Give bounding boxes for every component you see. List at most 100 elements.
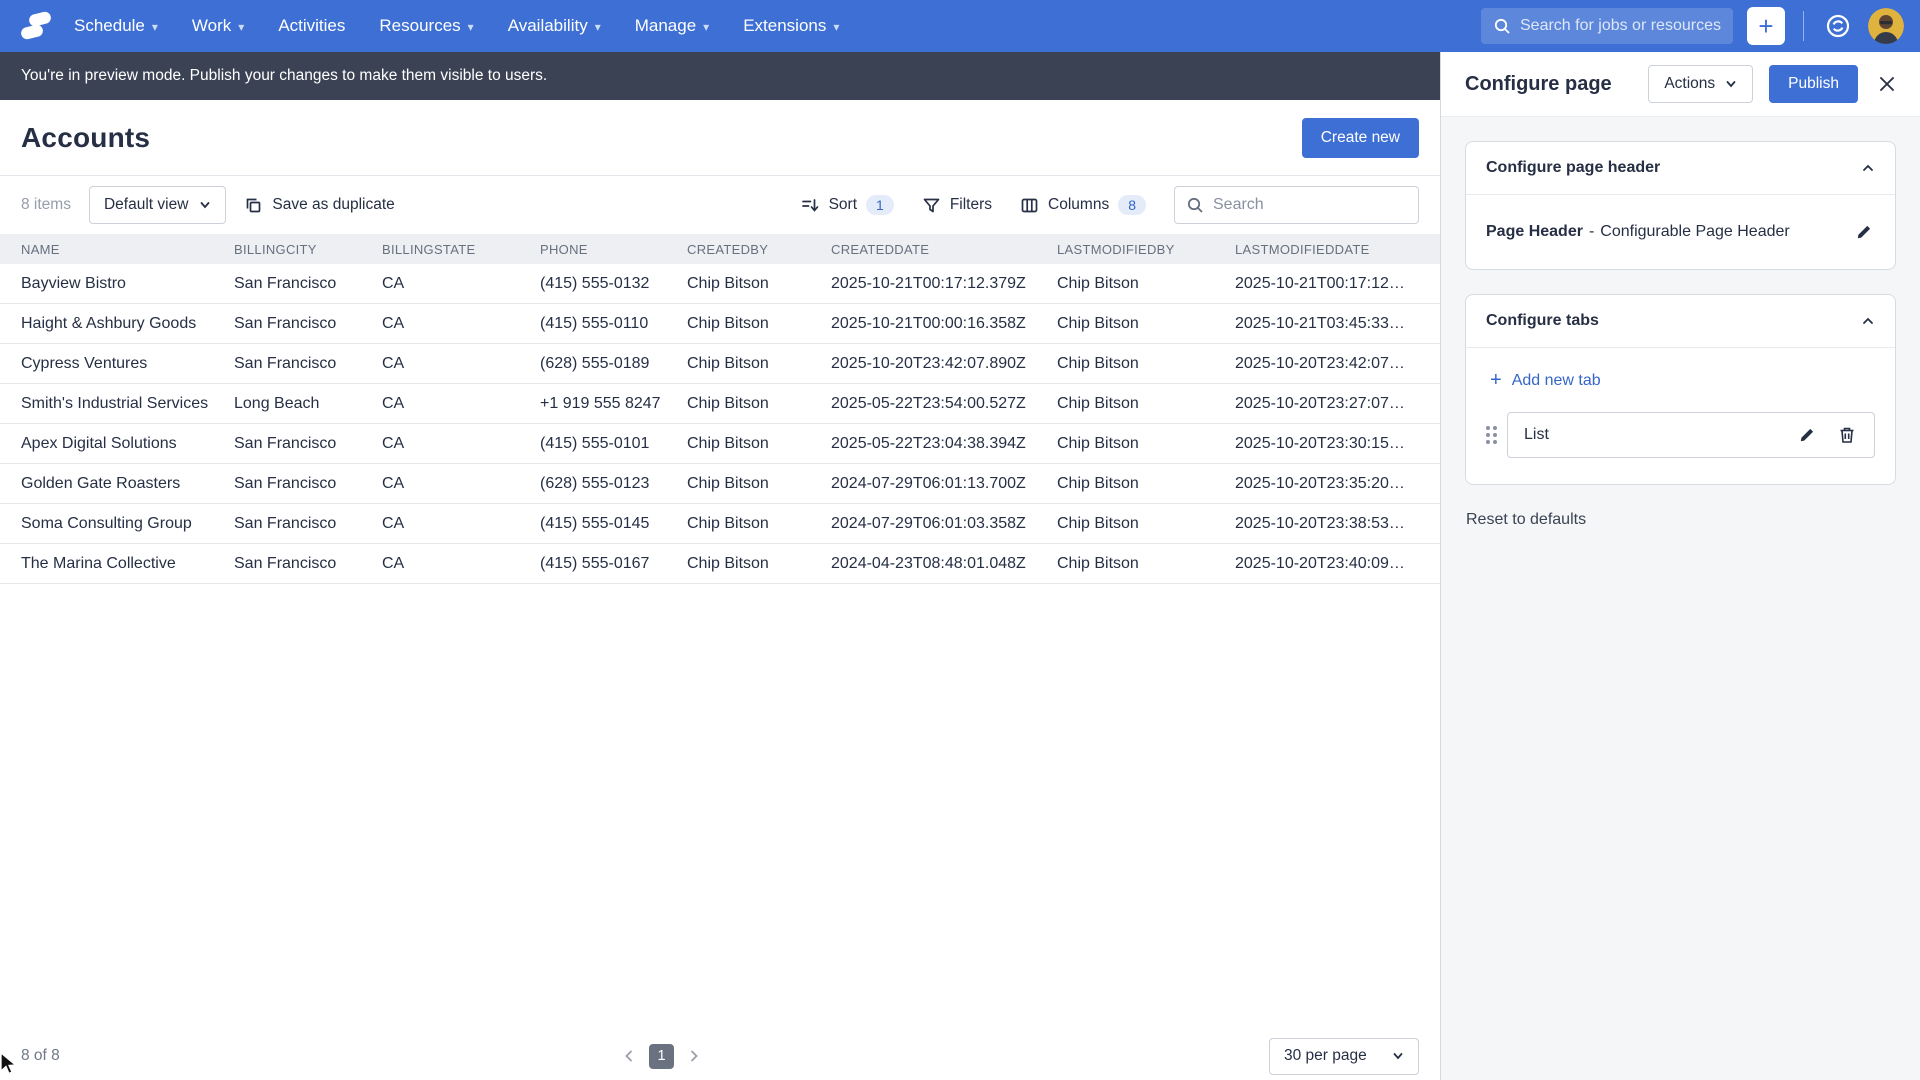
add-new-tab-button[interactable]: + Add new tab [1490, 370, 1601, 392]
table-cell: 2025-10-20T23:38:53.041Z [1235, 515, 1419, 533]
table-cell: 2025-10-20T23:42:07.890Z [831, 355, 1057, 373]
table-cell: (628) 555-0189 [540, 355, 687, 373]
publish-button[interactable]: Publish [1769, 65, 1858, 103]
table-cell: 2025-10-21T00:17:12.379Z [1235, 275, 1419, 293]
table-cell: Chip Bitson [687, 555, 831, 573]
component-separator: - [1589, 223, 1594, 241]
nav-menu-item[interactable]: Resources ▾ [379, 16, 473, 36]
table-column-header[interactable]: CREATEDBY [687, 242, 831, 257]
table-cell: CA [382, 275, 540, 293]
table-cell: Golden Gate Roasters [21, 475, 234, 493]
table-cell: Chip Bitson [687, 395, 831, 413]
table-cell: CA [382, 395, 540, 413]
table-column-header[interactable]: CREATEDDATE [831, 242, 1057, 257]
panel-title: Configure page [1465, 73, 1612, 96]
create-new-button[interactable]: Create new [1302, 118, 1419, 158]
card-title: Configure tabs [1486, 312, 1599, 330]
previous-page-icon[interactable] [622, 1049, 636, 1063]
help-icon[interactable] [1822, 10, 1854, 42]
configure-tabs-toggle[interactable]: Configure tabs [1466, 295, 1895, 348]
table-column-header[interactable]: BILLINGCITY [234, 242, 382, 257]
next-page-icon[interactable] [687, 1049, 701, 1063]
table-cell: The Marina Collective [21, 555, 234, 573]
actions-button[interactable]: Actions [1648, 65, 1753, 103]
panel-header: Configure page Actions Publish [1441, 52, 1920, 117]
configure-page-header-card: Configure page header Page Header - Conf… [1465, 141, 1896, 270]
nav-menu-item[interactable]: Manage ▾ [635, 16, 709, 36]
table-body: Bayview BistroSan FranciscoCA(415) 555-0… [0, 264, 1440, 584]
panel-body: Configure page header Page Header - Conf… [1441, 117, 1920, 529]
page-size-select[interactable]: 30 per page [1269, 1038, 1419, 1075]
table-column-header[interactable]: BILLINGSTATE [382, 242, 540, 257]
drag-handle-icon[interactable] [1486, 426, 1497, 444]
table-cell: 2024-07-29T06:01:13.700Z [831, 475, 1057, 493]
sort-icon [801, 196, 820, 215]
table-cell: CA [382, 435, 540, 453]
table-cell: Long Beach [234, 395, 382, 413]
table-search-input[interactable] [1213, 196, 1407, 214]
table-row[interactable]: Apex Digital SolutionsSan FranciscoCA(41… [0, 424, 1440, 464]
table-row[interactable]: Smith's Industrial ServicesLong BeachCA+… [0, 384, 1440, 424]
table-cell: Apex Digital Solutions [21, 435, 234, 453]
table-row[interactable]: Haight & Ashbury GoodsSan FranciscoCA(41… [0, 304, 1440, 344]
nav-menu-item[interactable]: Work ▾ [192, 16, 244, 36]
table-row[interactable]: Bayview BistroSan FranciscoCA(415) 555-0… [0, 264, 1440, 304]
page-size-label: 30 per page [1284, 1047, 1367, 1065]
close-icon[interactable] [1874, 71, 1900, 97]
chevron-down-icon: ▾ [833, 19, 839, 33]
nav-menu-item[interactable]: Activities [278, 16, 345, 36]
sort-button[interactable]: Sort 1 [801, 195, 894, 215]
global-search-input[interactable] [1520, 17, 1721, 35]
chevron-down-icon: ▾ [238, 19, 244, 33]
current-page-badge[interactable]: 1 [649, 1044, 674, 1069]
table-row[interactable]: Soma Consulting GroupSan FranciscoCA(415… [0, 504, 1440, 544]
global-search[interactable] [1481, 8, 1733, 44]
save-as-duplicate-label: Save as duplicate [272, 196, 394, 214]
table-column-header[interactable]: LASTMODIFIEDBY [1057, 242, 1235, 257]
table-cell: Cypress Ventures [21, 355, 234, 373]
filters-button[interactable]: Filters [922, 196, 992, 215]
search-icon [1493, 17, 1511, 35]
reset-to-defaults-link[interactable]: Reset to defaults [1465, 509, 1586, 529]
save-as-duplicate-button[interactable]: Save as duplicate [244, 196, 394, 215]
pagination-bar: 8 of 8 1 30 per page [0, 1032, 1440, 1080]
table-cell: 2025-05-22T23:04:38.394Z [831, 435, 1057, 453]
table-column-header[interactable]: PHONE [540, 242, 687, 257]
table-row[interactable]: The Marina CollectiveSan FranciscoCA(415… [0, 544, 1440, 584]
configure-page-header-toggle[interactable]: Configure page header [1466, 142, 1895, 195]
page-header: Accounts Create new [0, 100, 1440, 176]
topbar-divider [1803, 11, 1804, 41]
table-cell: Haight & Ashbury Goods [21, 315, 234, 333]
tab-name: List [1524, 426, 1549, 444]
table-cell: 2025-10-21T00:00:16.358Z [831, 315, 1057, 333]
create-plus-button[interactable]: + [1747, 7, 1785, 45]
edit-tab-button[interactable] [1796, 424, 1818, 446]
table-cell: 2025-10-20T23:30:15.157Z [1235, 435, 1419, 453]
nav-menu-item-label: Resources [379, 16, 460, 36]
trash-icon [1838, 426, 1856, 444]
table-row[interactable]: Golden Gate RoastersSan FranciscoCA(628)… [0, 464, 1440, 504]
component-type: Configurable Page Header [1600, 223, 1789, 241]
nav-menu-item[interactable]: Availability ▾ [508, 16, 601, 36]
table-row[interactable]: Cypress VenturesSan FranciscoCA(628) 555… [0, 344, 1440, 384]
nav-menu-item-label: Manage [635, 16, 696, 36]
table-search[interactable] [1174, 186, 1419, 224]
configure-tabs-body: + Add new tab List [1466, 348, 1895, 484]
nav-menu-item[interactable]: Extensions ▾ [743, 16, 839, 36]
nav-menu-item[interactable]: Schedule ▾ [74, 16, 158, 36]
skedulo-logo-icon[interactable] [20, 10, 52, 42]
table-cell: (415) 555-0145 [540, 515, 687, 533]
items-count: 8 items [21, 196, 71, 214]
table-cell: CA [382, 315, 540, 333]
user-avatar[interactable] [1868, 8, 1904, 44]
delete-tab-button[interactable] [1836, 424, 1858, 446]
table-cell: 2024-07-29T06:01:03.358Z [831, 515, 1057, 533]
tab-item[interactable]: List [1507, 412, 1875, 458]
columns-button[interactable]: Columns 8 [1020, 195, 1146, 215]
table-cell: Chip Bitson [687, 515, 831, 533]
table-column-header[interactable]: LASTMODIFIEDDATE [1235, 242, 1419, 257]
table-column-header[interactable]: NAME [21, 242, 234, 257]
duplicate-icon [244, 196, 263, 215]
view-selector[interactable]: Default view [89, 186, 226, 224]
edit-page-header-button[interactable] [1853, 221, 1875, 243]
